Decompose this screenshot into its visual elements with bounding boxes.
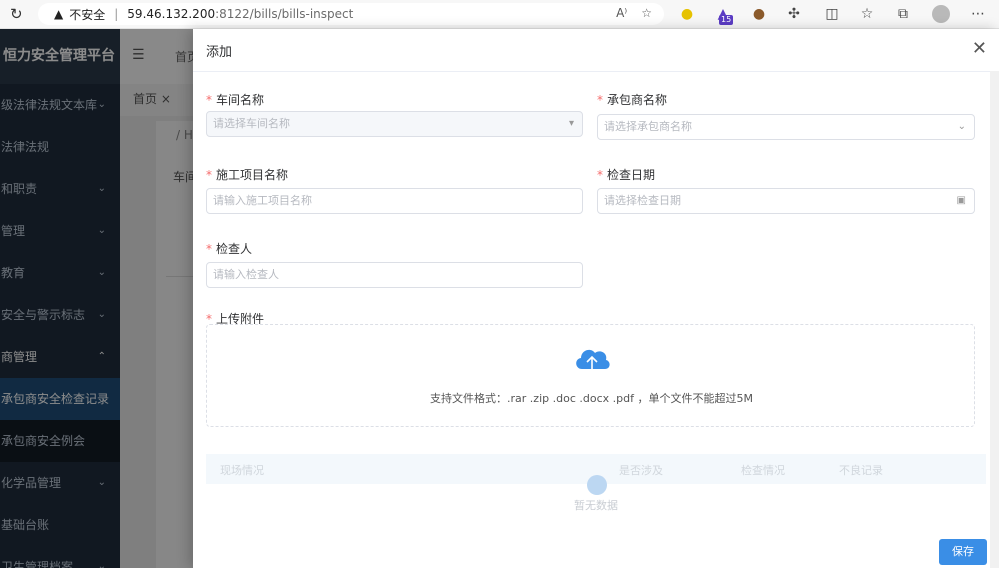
- favorites-icon[interactable]: ☆: [858, 5, 876, 23]
- scrollbar[interactable]: [990, 71, 999, 568]
- date-label: * 检查日期: [597, 168, 656, 182]
- url-host: 59.46.132.200: [127, 7, 216, 21]
- inspector-input[interactable]: 请输入检查人: [206, 262, 583, 288]
- project-input[interactable]: 请输入施工项目名称: [206, 188, 583, 214]
- contractor-label: * 承包商名称: [597, 93, 668, 107]
- favorite-add-icon[interactable]: ☆: [641, 6, 652, 20]
- column-header: 现场情况: [220, 464, 264, 477]
- drawer-header-divider: [193, 71, 999, 72]
- address-separator: |: [114, 7, 119, 21]
- add-drawer: 添加 ✕ * 车间名称 请选择车间名称 ▾ * 承包商名称 请选择承包商名称 ⌄ * 施工…: [193, 29, 999, 568]
- upload-dropzone[interactable]: 支持文件格式：.rar .zip .doc .docx .pdf ，单个文件不能…: [206, 324, 975, 427]
- close-icon[interactable]: ✕: [972, 39, 987, 59]
- chevron-down-icon: ⌄: [957, 121, 966, 132]
- calendar-icon: ▣: [956, 195, 966, 206]
- empty-text: 暂无数据: [574, 499, 618, 512]
- security-label: 不安全: [69, 7, 106, 22]
- loading-spinner: [587, 475, 607, 495]
- more-menu-icon[interactable]: ⋯: [969, 5, 987, 23]
- profile-avatar[interactable]: [932, 5, 950, 23]
- address-bar[interactable]: ▲ 不安全 | 59.46.132.200:8122/bills/bills-i…: [38, 3, 664, 25]
- reload-icon[interactable]: ↻: [10, 6, 26, 22]
- warning-icon: ▲: [54, 7, 64, 21]
- column-header: 检查情况: [741, 464, 785, 477]
- workshop-label: * 车间名称: [206, 93, 265, 107]
- date-picker[interactable]: 请选择检查日期 ▣: [597, 188, 975, 214]
- contractor-select[interactable]: 请选择承包商名称 ⌄: [597, 114, 975, 140]
- upload-tip: 支持文件格式：.rar .zip .doc .docx .pdf ，单个文件不能…: [430, 392, 753, 405]
- column-header: 是否涉及: [619, 464, 663, 477]
- url-path: :8122/bills/bills-inspect: [215, 7, 354, 21]
- project-label: * 施工项目名称: [206, 168, 289, 182]
- caret-down-icon: ▾: [568, 118, 574, 129]
- save-button[interactable]: 保存: [939, 539, 987, 565]
- extensions-puzzle-icon[interactable]: ✣: [785, 5, 803, 23]
- read-aloud-icon[interactable]: A⁾: [616, 6, 627, 20]
- split-screen-icon[interactable]: ◫: [823, 5, 841, 23]
- cloud-upload-icon: [576, 349, 610, 371]
- collections-icon[interactable]: ⧉: [894, 5, 912, 23]
- column-header: 不良记录: [839, 464, 883, 477]
- workshop-select[interactable]: 请选择车间名称 ▾: [206, 111, 583, 137]
- drawer-title: 添加: [206, 45, 233, 60]
- browser-toolbar: ↻ ▲ 不安全 | 59.46.132.200:8122/bills/bills…: [0, 0, 999, 29]
- extension-badge: 15: [719, 15, 734, 25]
- inspector-label: * 检查人: [206, 242, 253, 256]
- extension-sun-icon[interactable]: ●: [678, 5, 696, 23]
- extension-cookie-icon[interactable]: ●: [750, 5, 768, 23]
